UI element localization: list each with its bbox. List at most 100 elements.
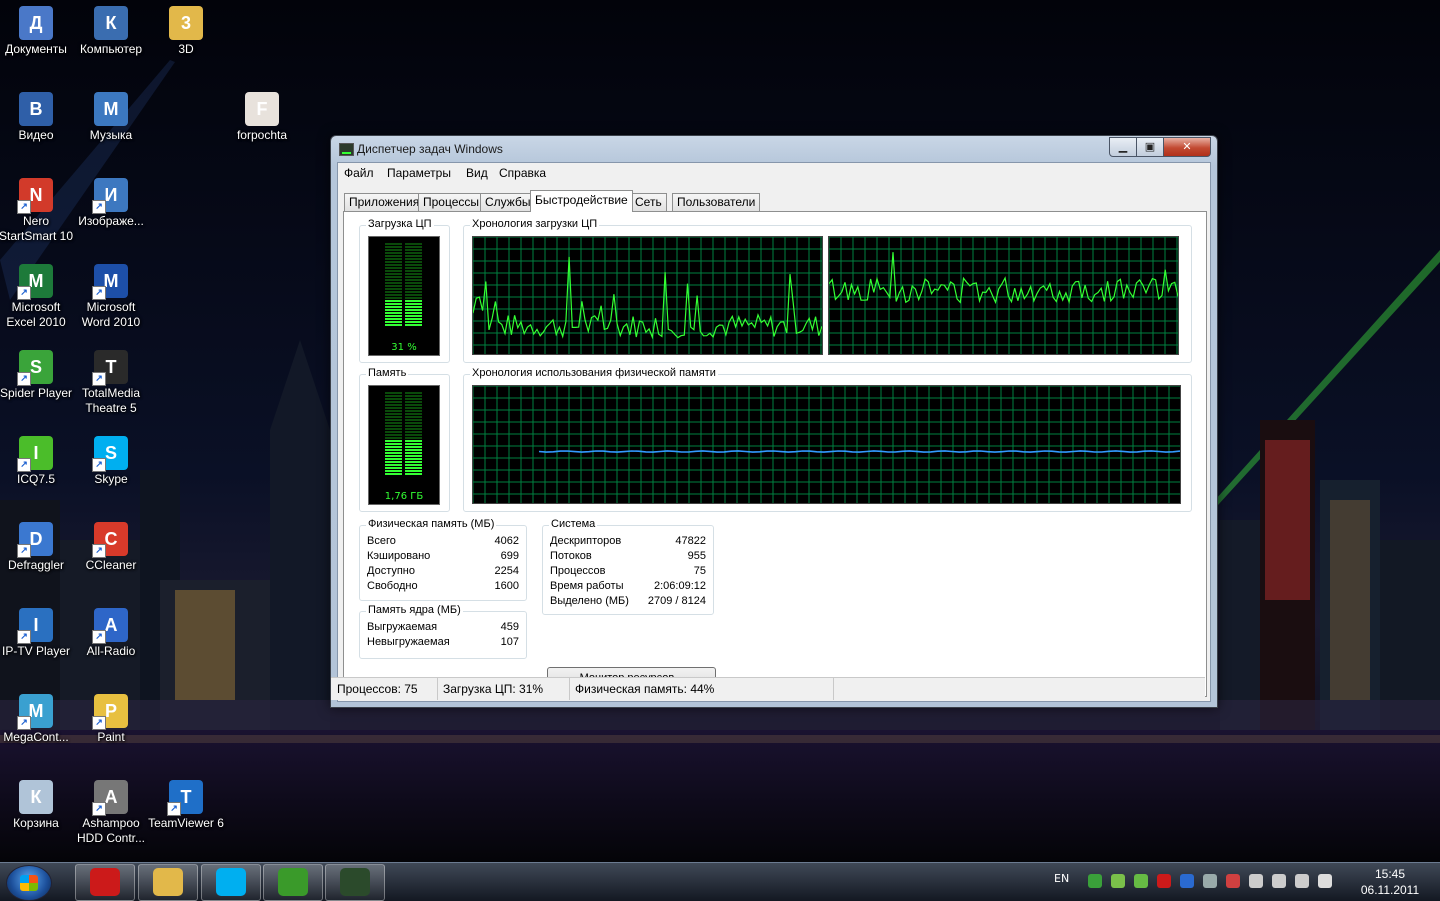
- meter-segment: [385, 294, 402, 296]
- status-cpu: Загрузка ЦП: 31%: [439, 678, 570, 700]
- desktop-shortcut[interactable]: T ↗ TeamViewer 6: [148, 780, 224, 831]
- tab-networking[interactable]: Сеть: [630, 193, 667, 211]
- security-icon[interactable]: [1134, 874, 1148, 888]
- meter-segment: [385, 315, 402, 317]
- meter-segment: [385, 303, 402, 305]
- desktop-shortcut[interactable]: В Видео: [0, 92, 74, 143]
- close-icon: ✕: [1182, 140, 1192, 153]
- meter-segment: [405, 416, 422, 418]
- menu-view[interactable]: Вид: [466, 166, 488, 180]
- desktop-shortcut[interactable]: Д Документы: [0, 6, 74, 57]
- cpu-usage-group: Загрузка ЦП 31 %: [359, 218, 450, 363]
- info-value: 1600: [494, 580, 519, 592]
- desktop-shortcut[interactable]: 3 3D: [148, 6, 224, 57]
- meter-segment: [405, 255, 422, 257]
- meter-segment: [405, 270, 422, 272]
- minimize-icon: ▁: [1118, 140, 1128, 153]
- desktop-shortcut[interactable]: I ↗ ICQ7.5: [0, 436, 74, 487]
- computer-icon: К: [94, 6, 128, 40]
- desktop-shortcut[interactable]: S ↗ Skype: [73, 436, 149, 487]
- taskbar-button[interactable]: [325, 864, 385, 901]
- desktop-shortcut[interactable]: A ↗ All-Radio: [73, 608, 149, 659]
- device-icon[interactable]: [1249, 874, 1263, 888]
- tab-processes[interactable]: Процессы: [418, 193, 485, 211]
- clock[interactable]: 15:45 06.11.2011: [1350, 866, 1430, 898]
- meter-segment: [405, 303, 422, 305]
- recycle-bin-icon: К: [19, 780, 53, 814]
- taskbar-button[interactable]: [138, 864, 198, 901]
- usb-icon[interactable]: [1203, 874, 1217, 888]
- shortcut-arrow-icon: ↗: [17, 630, 31, 644]
- desktop-shortcut[interactable]: M ↗ MegaCont...: [0, 694, 74, 745]
- desktop-shortcut[interactable]: D ↗ Defraggler: [0, 522, 74, 573]
- desktop-shortcut[interactable]: P ↗ Paint: [73, 694, 149, 745]
- meter-segment: [385, 276, 402, 278]
- monitor-icon[interactable]: [1295, 874, 1309, 888]
- desktop-shortcut-label: Defraggler: [7, 558, 65, 572]
- maximize-button[interactable]: ▣: [1136, 137, 1164, 157]
- meter-segment: [405, 306, 422, 308]
- meter-segment: [405, 455, 422, 457]
- minimize-button[interactable]: ▁: [1109, 137, 1137, 157]
- meter-segment: [385, 431, 402, 433]
- update-icon[interactable]: [1111, 874, 1125, 888]
- desktop-shortcut-label: 3D: [178, 42, 194, 56]
- skype-icon: S ↗: [92, 436, 128, 472]
- close-button[interactable]: ✕: [1163, 137, 1211, 157]
- meter-segment: [405, 473, 422, 475]
- opera-tray-icon[interactable]: [1157, 874, 1171, 888]
- shortcut-arrow-icon: ↗: [92, 716, 106, 730]
- desktop-shortcut-label: Spider Player: [0, 386, 73, 400]
- shortcut-arrow-icon: ↗: [17, 200, 31, 214]
- shortcut-arrow-icon: ↗: [92, 458, 106, 472]
- desktop-shortcut[interactable]: И ↗ Изображе...: [73, 178, 149, 229]
- taskbar: EN 15:45 06.11.2011: [0, 862, 1440, 901]
- kernel-memory-label: Память ядра (МБ): [366, 604, 463, 616]
- bluetooth-icon[interactable]: [1180, 874, 1194, 888]
- desktop-shortcut[interactable]: T ↗ TotalMedia Theatre 5: [73, 350, 149, 416]
- tab-performance[interactable]: Быстродействие: [530, 190, 633, 212]
- memory-history-graph: [472, 385, 1181, 504]
- desktop-shortcut[interactable]: К Компьютер: [73, 6, 149, 57]
- cpu-history-group: Хронология загрузки ЦП: [463, 218, 1192, 363]
- desktop-shortcut-label: TeamViewer 6: [148, 816, 224, 830]
- task-manager-app-icon: [339, 143, 354, 156]
- desktop-shortcut-label: MegaCont...: [3, 730, 69, 744]
- desktop-shortcut[interactable]: A ↗ Ashampoo HDD Contr...: [73, 780, 149, 846]
- task-manager-window[interactable]: Диспетчер задач Windows ▁ ▣ ✕ Файл Парам…: [330, 135, 1218, 708]
- taskbar-button[interactable]: [201, 864, 261, 901]
- tab-users[interactable]: Пользователи: [672, 193, 761, 211]
- meter-segment: [405, 404, 422, 406]
- tab-applications[interactable]: Приложения: [344, 193, 425, 211]
- explorer-icon: [153, 868, 183, 896]
- meter-segment: [385, 249, 402, 251]
- desktop-shortcut[interactable]: S ↗ Spider Player: [0, 350, 74, 401]
- desktop-shortcut[interactable]: M ↗ Microsoft Word 2010: [73, 264, 149, 330]
- desktop-shortcut[interactable]: Fforpochta: [224, 92, 300, 143]
- meter-segment: [385, 288, 402, 290]
- meter-segment: [385, 404, 402, 406]
- desktop-shortcut[interactable]: M ↗ Microsoft Excel 2010: [0, 264, 74, 330]
- antivirus-icon[interactable]: [1226, 874, 1240, 888]
- network-icon[interactable]: [1088, 874, 1102, 888]
- meter-segment: [405, 261, 422, 263]
- volume-icon[interactable]: [1318, 874, 1332, 888]
- taskbar-button[interactable]: [263, 864, 323, 901]
- performance-panel: Загрузка ЦП 31 % Хронология загрузки ЦП …: [343, 211, 1207, 697]
- desktop-shortcut[interactable]: М Музыка: [73, 92, 149, 143]
- cpu-meter-bars: [385, 243, 422, 326]
- menu-file[interactable]: Файл: [344, 166, 374, 180]
- taskbar-button[interactable]: [75, 864, 135, 901]
- tab-services[interactable]: Службы: [480, 193, 536, 211]
- menu-help[interactable]: Справка: [499, 166, 546, 180]
- desktop-shortcut[interactable]: I ↗ IP-TV Player: [0, 608, 74, 659]
- menu-options[interactable]: Параметры: [387, 166, 451, 180]
- desktop-shortcut-label: Microsoft Word 2010: [81, 300, 141, 329]
- desktop-shortcut-label: All-Radio: [86, 644, 136, 658]
- desktop-shortcut[interactable]: N ↗ Nero StartSmart 10: [0, 178, 74, 244]
- meter-segment: [405, 312, 422, 314]
- desktop-shortcut[interactable]: C ↗ CCleaner: [73, 522, 149, 573]
- desktop-shortcut[interactable]: К Корзина: [0, 780, 74, 831]
- start-button[interactable]: [6, 865, 52, 901]
- print-icon[interactable]: [1272, 874, 1286, 888]
